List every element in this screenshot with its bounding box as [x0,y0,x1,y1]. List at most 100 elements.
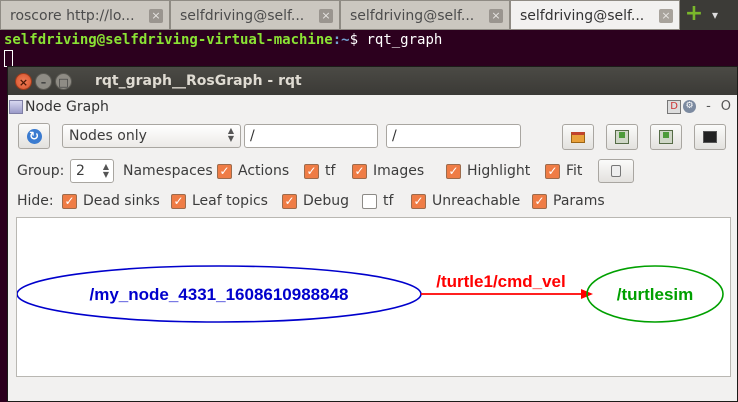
checkbox-label: Params [553,193,605,209]
topic-filter-input[interactable]: / [386,124,521,148]
node-filter-input[interactable]: / [244,124,378,148]
maximize-window-button[interactable]: □ [55,72,72,90]
checkbox-icon: ✓ [171,193,186,209]
dead-sinks-checkbox[interactable]: ✓ Dead sinks [62,193,160,209]
checkbox-icon: ✓ [282,193,297,209]
window-titlebar[interactable]: × – □ rqt_graph__RosGraph - rqt [8,67,737,95]
tab-label: selfdriving@self... [350,8,475,24]
close-window-button[interactable]: × [15,72,32,90]
target-node-label: /turtlesim [617,285,694,304]
highlight-checkbox[interactable]: ✓ Highlight [446,163,530,179]
panel-title: Node Graph [25,99,109,115]
namespaces-label: Namespaces [123,163,213,179]
chevron-up-down-icon: ▲ ▼ [227,126,234,143]
chevron-up-down-icon[interactable]: ▲ ▼ [103,163,109,179]
screenshot-icon [703,131,717,143]
tf-group-checkbox[interactable]: ✓ tf [304,163,335,179]
hide-options-row: Hide: ✓ Dead sinks ✓ Leaf topics ✓ Debug tf… [8,190,737,212]
group-depth-spinbox[interactable]: 2 ▲ ▼ [70,159,114,183]
save-icon [615,130,629,144]
minimize-window-button[interactable]: – [35,72,52,90]
checkbox-label: Unreachable [432,193,521,209]
checkbox-icon: ✓ [352,163,367,179]
checkbox-label: Dead sinks [83,193,160,209]
checkbox-icon: ✓ [532,193,547,209]
debug-checkbox[interactable]: ✓ Debug [282,193,349,209]
rqt-window: × – □ rqt_graph__RosGraph - rqt Node Gra… [7,66,738,402]
panel-header: Node Graph D ⚙ - O [8,95,737,119]
checkbox-label: Images [373,163,425,179]
ros-graph-svg: /my_node_4331_1608610988848 /turtle1/cmd… [16,265,724,323]
gear-icon[interactable]: ⚙ [683,100,697,113]
close-panel-button[interactable]: O [721,99,731,114]
panel-header-controls: D ⚙ - O [657,99,731,114]
prompt-user-host: selfdriving@selfdriving-virtual-machine [4,32,333,48]
fit-in-view-button[interactable] [598,159,634,183]
checkbox-label: Highlight [467,163,531,179]
images-checkbox[interactable]: ✓ Images [352,163,424,179]
checkbox-icon: ✓ [217,163,232,179]
tf-hide-checkbox[interactable]: tf [362,193,393,209]
export-image-icon [659,130,673,144]
node-graph-icon [9,100,23,114]
source-node-label: /my_node_4331_1608610988848 [90,285,349,304]
close-icon[interactable]: × [149,9,163,23]
group-depth-value: 2 [76,163,85,179]
hide-label: Hide: [17,193,54,209]
graph-mode-value: Nodes only [69,128,147,144]
checkbox-label: Debug [303,193,350,209]
graph-canvas[interactable]: /my_node_4331_1608610988848 /turtle1/cmd… [16,217,731,377]
checkbox-icon: ✓ [62,193,77,209]
terminal-tab-1[interactable]: roscore http://lo... × [0,0,170,30]
checkbox-label: tf [383,193,394,209]
checkbox-icon: ✓ [411,193,426,209]
checkbox-icon [362,193,377,209]
window-title: rqt_graph__RosGraph - rqt [95,73,302,89]
tab-label: selfdriving@self... [520,8,645,24]
load-dot-button[interactable] [562,124,594,150]
refresh-button[interactable]: ↻ [18,123,50,149]
prompt-command: rqt_graph [358,32,443,48]
terminal-tab-3[interactable]: selfdriving@self... × [340,0,510,30]
graph-toolbar: ↻ Nodes only ▲ ▼ / / [8,123,737,151]
screenshot-button[interactable] [694,124,726,150]
prompt-path: :~ [332,32,350,48]
checkbox-label: Leaf topics [192,193,268,209]
add-tab-icon[interactable]: + [684,0,704,30]
tab-label: selfdriving@self... [180,8,305,24]
save-image-button[interactable] [650,124,682,150]
checkbox-label: Fit [566,163,583,179]
unreachable-checkbox[interactable]: ✓ Unreachable [411,193,520,209]
tab-menu-chevron-down-icon[interactable]: ▾ [704,0,726,30]
checkbox-icon: ✓ [545,163,560,179]
checkbox-icon: ✓ [304,163,319,179]
tab-label: roscore http://lo... [10,8,135,24]
prompt-line: selfdriving@selfdriving-virtual-machine:… [4,32,442,48]
topic-edge-label: /turtle1/cmd_vel [436,272,565,291]
checkbox-icon: ✓ [446,163,461,179]
fit-checkbox[interactable]: ✓ Fit [545,163,582,179]
checkbox-label: Actions [238,163,290,179]
params-checkbox[interactable]: ✓ Params [532,193,605,209]
prompt-symbol: $ [349,32,359,48]
checkbox-label: tf [325,163,336,179]
save-dot-button[interactable] [606,124,638,150]
graph-mode-select[interactable]: Nodes only ▲ ▼ [62,124,241,148]
actions-checkbox[interactable]: ✓ Actions [217,163,289,179]
minimize-panel-button[interactable]: - [706,99,711,114]
folder-open-icon [571,131,585,143]
terminal-tab-2[interactable]: selfdriving@self... × [170,0,340,30]
group-options-row: Group: 2 ▲ ▼ Namespaces ✓ Actions ✓ tf ✓ Ima… [8,159,737,183]
terminal-tab-bar: roscore http://lo... × selfdriving@self.… [0,0,738,30]
canvas-bottom-strip [16,377,731,395]
refresh-icon: ↻ [26,128,42,144]
terminal-tab-4[interactable]: selfdriving@self... × [510,0,680,30]
leaf-topics-checkbox[interactable]: ✓ Leaf topics [171,193,268,209]
close-icon[interactable]: × [489,9,503,23]
help-icon[interactable]: D [667,99,682,114]
terminal-cursor [4,50,13,67]
fit-view-icon [611,165,621,177]
close-icon[interactable]: × [659,9,673,23]
close-icon[interactable]: × [319,9,333,23]
group-label: Group: [17,163,65,179]
